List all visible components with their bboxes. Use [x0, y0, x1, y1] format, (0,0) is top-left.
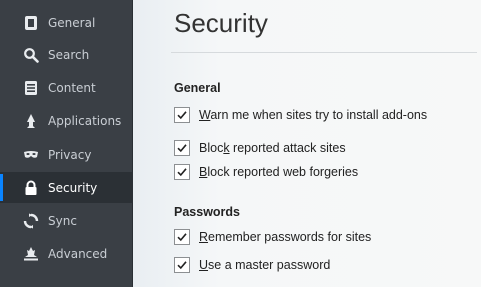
sidebar-item-content[interactable]: Content: [0, 72, 133, 103]
block-attack-sites-label: Block reported attack sites: [199, 141, 346, 155]
applications-icon: [23, 113, 39, 129]
advanced-icon: [23, 246, 39, 262]
warn-addons-checkbox[interactable]: [174, 107, 190, 123]
checkmark-icon: [177, 168, 187, 177]
block-attack-sites-option[interactable]: Block reported attack sites: [174, 140, 346, 156]
checkmark-icon: [177, 261, 187, 270]
remember-passwords-option[interactable]: Remember passwords for sites: [174, 229, 371, 245]
remember-passwords-checkbox[interactable]: [174, 229, 190, 245]
sidebar-item-advanced[interactable]: Advanced: [0, 238, 133, 269]
sidebar-item-label: Sync: [48, 213, 77, 228]
title-divider: [171, 52, 477, 53]
search-icon: [23, 47, 39, 63]
lock-icon: [23, 180, 39, 196]
warn-addons-option[interactable]: Warn me when sites try to install add-on…: [174, 107, 427, 123]
sidebar-item-label: General: [48, 15, 96, 30]
block-forgeries-option[interactable]: Block reported web forgeries: [174, 164, 358, 180]
preferences-window: General Search Content Applications Priv: [0, 0, 481, 287]
sidebar-item-sync[interactable]: Sync: [0, 205, 133, 236]
checkmark-icon: [177, 233, 187, 242]
warn-addons-label: Warn me when sites try to install add-on…: [199, 108, 428, 122]
privacy-mask-icon: [23, 147, 39, 163]
sidebar-item-label: Security: [48, 180, 98, 195]
sidebar-item-applications[interactable]: Applications: [0, 105, 133, 136]
block-forgeries-label: Block reported web forgeries: [199, 165, 359, 179]
sidebar-item-search[interactable]: Search: [0, 39, 133, 70]
master-password-label: Use a master password: [199, 258, 331, 272]
content-icon: [23, 80, 39, 96]
sidebar-item-label: Advanced: [48, 246, 108, 261]
section-heading-general: General: [174, 81, 221, 95]
section-heading-passwords: Passwords: [174, 205, 241, 219]
page-title: Security: [174, 8, 268, 38]
sidebar: General Search Content Applications Priv: [0, 0, 133, 287]
master-password-checkbox[interactable]: [174, 257, 190, 273]
sidebar-item-label: Search: [48, 47, 90, 62]
general-icon: [23, 15, 39, 31]
sidebar-item-label: Privacy: [48, 147, 92, 162]
sidebar-item-label: Content: [48, 80, 96, 95]
main-panel: Security General Warn me when sites try …: [133, 0, 481, 287]
remember-passwords-label: Remember passwords for sites: [199, 230, 372, 244]
block-attack-sites-checkbox[interactable]: [174, 140, 190, 156]
block-forgeries-checkbox[interactable]: [174, 164, 190, 180]
sidebar-item-general[interactable]: General: [0, 7, 133, 38]
master-password-option[interactable]: Use a master password: [174, 257, 330, 273]
checkmark-icon: [177, 111, 187, 120]
sidebar-item-label: Applications: [48, 113, 122, 128]
sync-icon: [23, 213, 39, 229]
checkmark-icon: [177, 144, 187, 153]
sidebar-item-security[interactable]: Security: [0, 172, 133, 203]
sidebar-item-privacy[interactable]: Privacy: [0, 139, 133, 170]
